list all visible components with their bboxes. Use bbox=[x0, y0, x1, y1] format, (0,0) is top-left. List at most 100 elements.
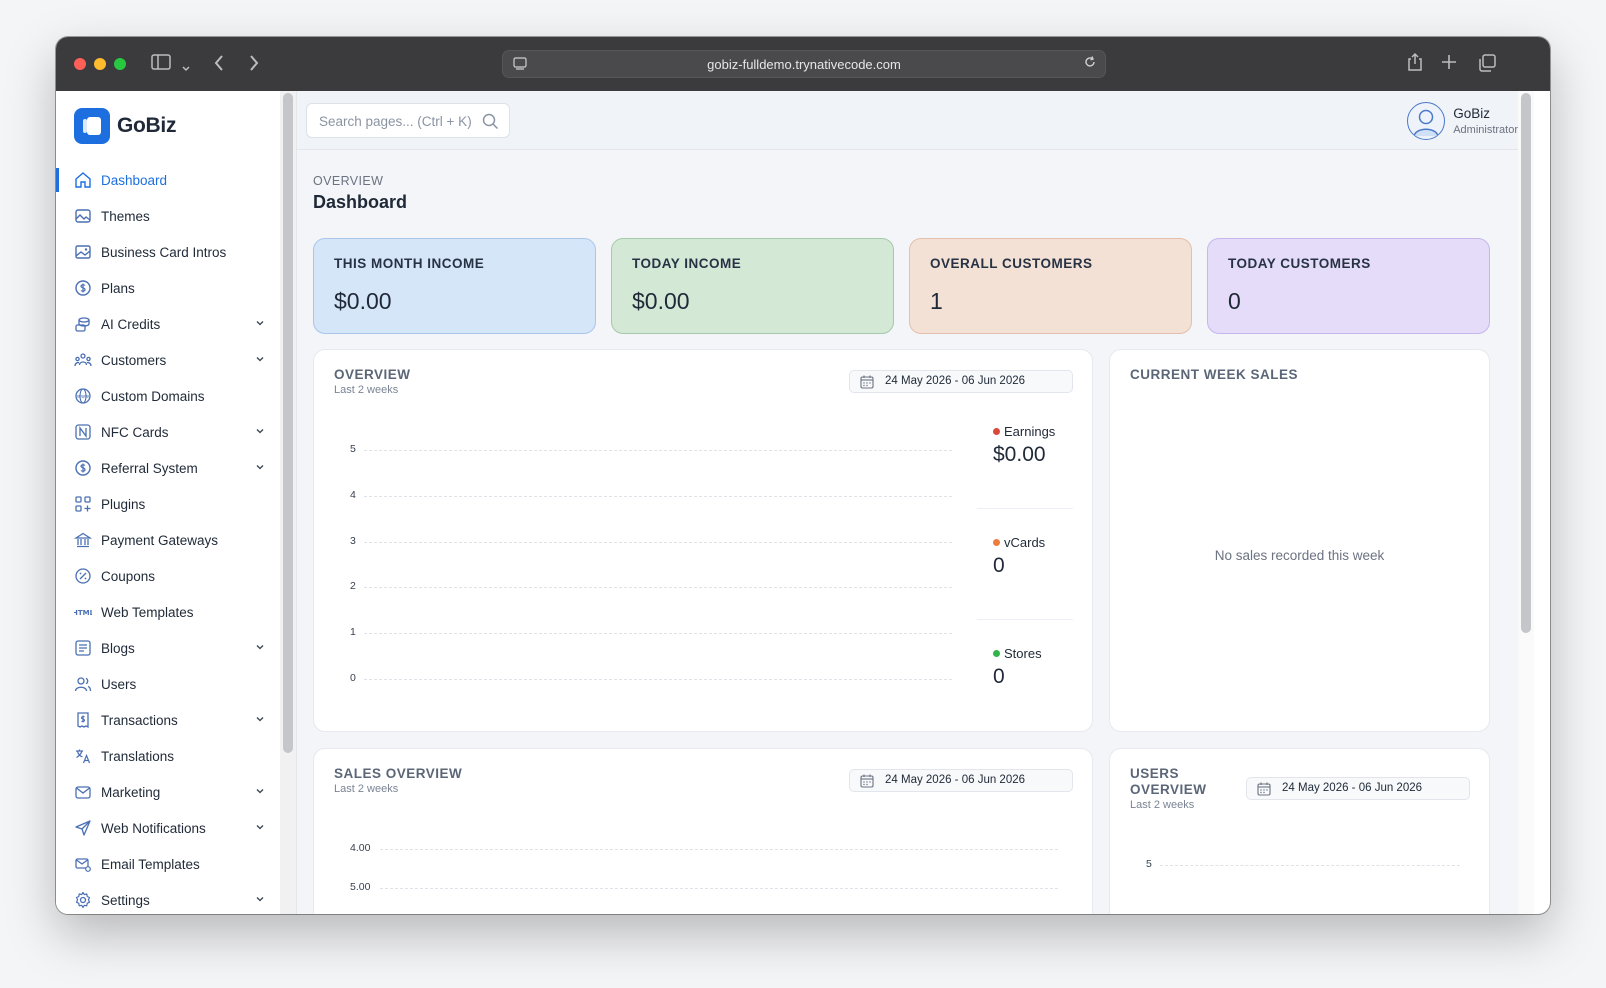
chevron-down-icon[interactable] bbox=[254, 641, 266, 653]
back-icon[interactable] bbox=[213, 54, 225, 76]
address-bar[interactable]: gobiz-fulldemo.trynativecode.com bbox=[502, 50, 1106, 78]
zoom-window-button[interactable] bbox=[114, 58, 126, 70]
send-icon bbox=[74, 819, 92, 837]
user-menu[interactable]: GoBiz Administrator bbox=[1407, 102, 1518, 140]
sidebar-item-transactions[interactable]: Transactions bbox=[56, 702, 280, 738]
search-placeholder: Search pages... (Ctrl + K) bbox=[319, 114, 472, 129]
user-name: GoBiz bbox=[1453, 106, 1490, 121]
reload-icon[interactable] bbox=[1083, 55, 1097, 72]
sidebar-item-referral-system[interactable]: Referral System bbox=[56, 450, 280, 486]
sidebar-item-ai-credits[interactable]: AI Credits bbox=[56, 306, 280, 342]
search-input[interactable]: Search pages... (Ctrl + K) bbox=[306, 103, 510, 138]
share-icon[interactable] bbox=[1407, 52, 1423, 76]
chevron-down-icon[interactable] bbox=[254, 821, 266, 833]
dollar-circle-icon bbox=[74, 279, 92, 297]
close-window-button[interactable] bbox=[74, 58, 86, 70]
overview-date-range-picker[interactable]: 24 May 2026 - 06 Jun 2026 bbox=[849, 370, 1073, 393]
sidebar-item-web-notifications[interactable]: Web Notifications bbox=[56, 810, 280, 846]
sidebar-item-custom-domains[interactable]: www Custom Domains bbox=[56, 378, 280, 414]
sales-overview-date-range-picker[interactable]: 24 May 2026 - 06 Jun 2026 bbox=[849, 769, 1073, 792]
legend-separator bbox=[977, 508, 1073, 509]
users-overview-gridline bbox=[1160, 865, 1460, 866]
sidebar-scroll-thumb[interactable] bbox=[283, 93, 293, 753]
sales-overview-date-range: 24 May 2026 - 06 Jun 2026 bbox=[885, 774, 1026, 786]
search-icon[interactable] bbox=[482, 113, 499, 130]
new-tab-icon[interactable] bbox=[1441, 54, 1457, 74]
image-icon bbox=[74, 207, 92, 225]
logo-icon bbox=[74, 108, 110, 144]
users-overview-subtitle: Last 2 weeks bbox=[1130, 799, 1195, 811]
chevron-down-icon[interactable] bbox=[254, 893, 266, 905]
users-overview-card: USERS OVERVIEW Last 2 weeks 24 May 2026 … bbox=[1109, 748, 1490, 914]
sidebar-item-label: Plans bbox=[101, 280, 135, 296]
language-icon bbox=[74, 747, 92, 765]
sidebar-scrollbar[interactable] bbox=[280, 91, 296, 914]
chevron-down-icon[interactable] bbox=[254, 785, 266, 797]
chevron-down-icon[interactable] bbox=[254, 713, 266, 725]
overview-y-tick: 5 bbox=[350, 443, 356, 455]
sidebar-item-label: Custom Domains bbox=[101, 388, 205, 404]
nfc-icon bbox=[74, 423, 92, 441]
sidebar-item-email-templates[interactable]: Email Templates bbox=[56, 846, 280, 882]
sidebar-item-users[interactable]: Users bbox=[56, 666, 280, 702]
chevron-down-icon[interactable] bbox=[254, 461, 266, 473]
sidebar-item-label: Themes bbox=[101, 208, 150, 224]
sidebar-nav: Dashboard Themes Business Card Intros Plans… bbox=[56, 162, 280, 914]
avatar[interactable] bbox=[1407, 102, 1446, 140]
sidebar-item-plugins[interactable]: Plugins bbox=[56, 486, 280, 522]
page-title: Dashboard bbox=[313, 192, 408, 212]
sidebar-item-themes[interactable]: Themes bbox=[56, 198, 280, 234]
sidebar-item-blogs[interactable]: Blogs bbox=[56, 630, 280, 666]
user-avatar-icon bbox=[1413, 109, 1439, 137]
sidebar-item-coupons[interactable]: Coupons bbox=[56, 558, 280, 594]
topbar: Search pages... (Ctrl + K) GoBiz Adminis… bbox=[297, 91, 1534, 150]
overview-y-tick: 3 bbox=[350, 534, 356, 547]
sidebar-item-label: Referral System bbox=[101, 460, 198, 476]
overall-customers-value: 1 bbox=[930, 288, 943, 314]
sidebar-item-label: Web Notifications bbox=[101, 820, 206, 836]
tab-overview-icon[interactable] bbox=[1478, 54, 1496, 76]
chevron-down-icon[interactable] bbox=[181, 57, 191, 77]
svg-text:www: www bbox=[77, 394, 89, 400]
sidebar-item-payment-gateways[interactable]: Payment Gateways bbox=[56, 522, 280, 558]
overview-gridline bbox=[364, 633, 952, 635]
main-scrollbar[interactable] bbox=[1518, 91, 1534, 914]
sidebar-item-business-card-intros[interactable]: Business Card Intros bbox=[56, 234, 280, 270]
sidebar-item-translations[interactable]: Translations bbox=[56, 738, 280, 774]
sales-overview-subtitle: Last 2 weeks bbox=[334, 783, 399, 795]
minimize-window-button[interactable] bbox=[94, 58, 106, 70]
overview-date-range: 24 May 2026 - 06 Jun 2026 bbox=[885, 375, 1026, 387]
sidebar-item-label: Dashboard bbox=[101, 172, 168, 188]
calendar-icon bbox=[1257, 782, 1271, 796]
sidebar-item-label: Payment Gateways bbox=[101, 532, 219, 548]
overview-card: OVERVIEW Last 2 weeks 24 May 2026 - 06 J… bbox=[313, 349, 1093, 732]
sidebar-item-label: Business Card Intros bbox=[101, 244, 227, 260]
brand-logo[interactable]: GoBiz bbox=[74, 108, 176, 144]
main-scroll-thumb[interactable] bbox=[1521, 93, 1531, 633]
breadcrumb: OVERVIEW bbox=[313, 174, 384, 188]
forward-icon[interactable] bbox=[248, 54, 260, 76]
sidebar-item-label: Plugins bbox=[101, 496, 146, 512]
sales-overview-y-tick: 5.00 bbox=[350, 881, 371, 893]
sales-overview-y-tick: 4.00 bbox=[350, 842, 371, 854]
legend-vcards: vCards 0 bbox=[993, 535, 1089, 578]
sidebar-item-marketing[interactable]: Marketing bbox=[56, 774, 280, 810]
sidebar-item-customers[interactable]: Customers bbox=[56, 342, 280, 378]
chevron-down-icon[interactable] bbox=[254, 425, 266, 437]
chevron-down-icon[interactable] bbox=[254, 353, 266, 365]
today-customers-label: TODAY CUSTOMERS bbox=[1228, 256, 1371, 271]
sidebar-item-nfc-cards[interactable]: NFC Cards bbox=[56, 414, 280, 450]
sidebar-item-settings[interactable]: Settings bbox=[56, 882, 280, 914]
sidebar-toggle-icon[interactable] bbox=[151, 54, 171, 74]
today-income-card: TODAY INCOME $0.00 bbox=[611, 238, 894, 334]
this-month-income-card: THIS MONTH INCOME $0.00 bbox=[313, 238, 596, 334]
users-overview-title-line2: OVERVIEW bbox=[1130, 782, 1207, 797]
users-overview-date-range-picker[interactable]: 24 May 2026 - 06 Jun 2026 bbox=[1246, 777, 1470, 800]
sidebar-item-plans[interactable]: Plans bbox=[56, 270, 280, 306]
mail-icon bbox=[74, 783, 92, 801]
sidebar-item-web-templates[interactable]: HTML Web Templates bbox=[56, 594, 280, 630]
sales-overview-gridline bbox=[380, 849, 1058, 850]
bank-icon bbox=[74, 531, 92, 549]
chevron-down-icon[interactable] bbox=[254, 317, 266, 329]
sidebar-item-dashboard[interactable]: Dashboard bbox=[56, 162, 280, 198]
